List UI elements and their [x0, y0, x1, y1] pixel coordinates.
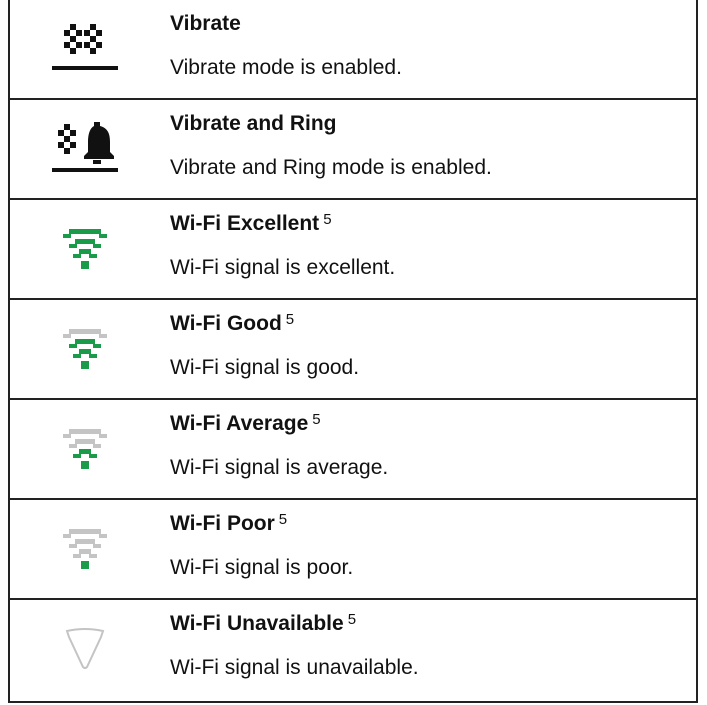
- vibrate-and-ring-icon: [50, 114, 120, 184]
- wifi-unavailable-icon: [61, 625, 109, 673]
- wifi-good-icon: [61, 325, 109, 373]
- text-cell: Vibrate and Ring Vibrate and Ring mode i…: [160, 100, 696, 198]
- row-description: Vibrate mode is enabled.: [170, 56, 402, 79]
- row-title: Wi-Fi Excellent 5: [170, 211, 332, 235]
- text-cell: Vibrate Vibrate mode is enabled.: [160, 0, 696, 98]
- row-description: Wi-Fi signal is average.: [170, 456, 389, 479]
- footnote-marker: 5: [347, 611, 357, 628]
- icon-cell: [10, 0, 160, 98]
- footnote-marker: 5: [323, 211, 332, 228]
- icon-cell: [10, 200, 160, 298]
- table-row: Wi-Fi Poor 5 Wi-Fi signal is poor.: [10, 498, 696, 598]
- row-title: Wi-Fi Good 5: [170, 311, 295, 335]
- table-row: Wi-Fi Excellent 5 Wi-Fi signal is excelle…: [10, 198, 696, 298]
- row-description: Wi-Fi signal is good.: [170, 356, 360, 379]
- footnote-marker: 5: [312, 411, 321, 428]
- icon-cell: [10, 600, 160, 698]
- wifi-average-icon: [61, 425, 109, 473]
- row-title: Wi-Fi Average 5: [170, 411, 321, 435]
- row-description: Wi-Fi signal is unavailable.: [170, 656, 419, 679]
- footnote-marker: 5: [285, 311, 295, 328]
- text-cell: Wi-Fi Poor 5 Wi-Fi signal is poor.: [160, 500, 696, 598]
- row-description: Wi-Fi signal is excellent.: [170, 256, 396, 279]
- vibrate-icon: [50, 14, 120, 84]
- row-description: Wi-Fi signal is poor.: [170, 556, 354, 579]
- status-icon-table: Vibrate Vibrate mode is enabled. Vibrate…: [8, 0, 698, 703]
- row-title: Wi-Fi Unavailable 5: [170, 611, 357, 635]
- text-cell: Wi-Fi Average 5 Wi-Fi signal is average.: [160, 400, 696, 498]
- footnote-marker: 5: [278, 511, 288, 528]
- row-title: Wi-Fi Poor 5: [170, 511, 288, 535]
- table-row: Wi-Fi Unavailable 5 Wi-Fi signal is unava…: [10, 598, 696, 698]
- text-cell: Wi-Fi Excellent 5 Wi-Fi signal is excelle…: [160, 200, 696, 298]
- table-row: Wi-Fi Average 5 Wi-Fi signal is average.: [10, 398, 696, 498]
- table-row: Vibrate Vibrate mode is enabled.: [10, 0, 696, 98]
- icon-cell: [10, 100, 160, 198]
- text-cell: Wi-Fi Unavailable 5 Wi-Fi signal is unava…: [160, 600, 696, 698]
- wifi-excellent-icon: [61, 225, 109, 273]
- row-title: Vibrate: [170, 12, 241, 35]
- row-title: Vibrate and Ring: [170, 112, 337, 135]
- icon-cell: [10, 300, 160, 398]
- row-description: Vibrate and Ring mode is enabled.: [170, 156, 492, 179]
- text-cell: Wi-Fi Good 5 Wi-Fi signal is good.: [160, 300, 696, 398]
- wifi-poor-icon: [61, 525, 109, 573]
- table-row: Wi-Fi Good 5 Wi-Fi signal is good.: [10, 298, 696, 398]
- icon-cell: [10, 400, 160, 498]
- table-row: Vibrate and Ring Vibrate and Ring mode i…: [10, 98, 696, 198]
- icon-cell: [10, 500, 160, 598]
